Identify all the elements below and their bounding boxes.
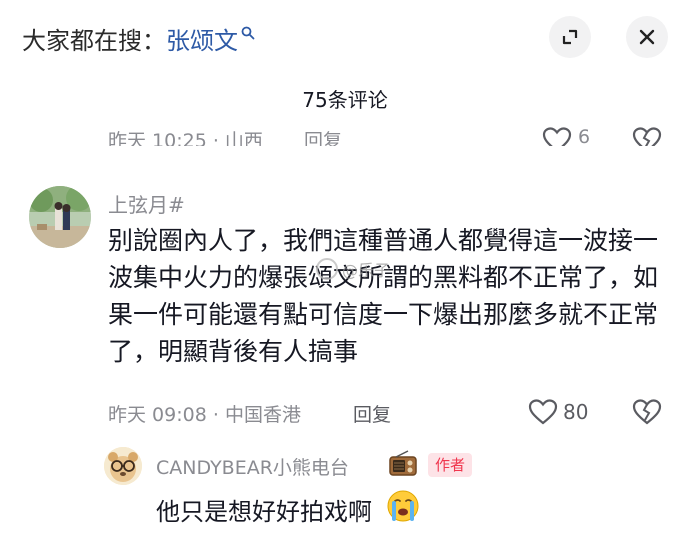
broken-heart-icon[interactable]	[632, 126, 662, 146]
comment-text: 别說圈內人了，我們這種普通人都覺得這一波接一波集中火力的爆張頌文所謂的黑料都不正…	[108, 226, 659, 366]
meta-separator: ·	[212, 404, 225, 426]
comment-meta: 昨天 09:08 · 中国香港	[108, 400, 301, 427]
reply-text: 他只是想好好拍戏啊	[156, 498, 372, 526]
like-count: 80	[563, 400, 589, 424]
reply-username[interactable]: CANDYBEAR小熊电台	[156, 453, 349, 480]
previous-comment-meta-row: 昨天 10:25 · 山西 回复 6	[0, 118, 690, 146]
search-suggestion[interactable]: 大家都在搜： 张颂文	[22, 20, 255, 56]
heart-icon[interactable]	[542, 126, 572, 146]
previous-comment-meta: 昨天 10:25 · 山西	[108, 130, 263, 146]
search-term-link[interactable]: 张颂文	[166, 21, 238, 56]
collapse-icon	[562, 29, 578, 45]
comment-count-title: 75条评论	[302, 88, 388, 112]
crying-face-icon	[387, 490, 419, 522]
bear-face-icon	[104, 447, 142, 485]
previous-like-count: 6	[578, 126, 591, 146]
close-button[interactable]	[626, 16, 668, 58]
search-prefix-label: 大家都在搜：	[22, 26, 166, 55]
avatar-photo	[29, 186, 91, 248]
watermark: @乐子	[316, 257, 390, 281]
comment-time: 昨天 09:08	[108, 404, 207, 426]
minimize-button[interactable]	[549, 16, 591, 58]
comment-username[interactable]: 上弦月#	[108, 189, 185, 218]
watermark-text: @乐子	[342, 261, 391, 280]
broken-heart-icon[interactable]	[632, 398, 662, 426]
previous-reply-button[interactable]: 回复	[304, 126, 342, 146]
avatar[interactable]	[29, 186, 91, 248]
watermark-logo-icon	[316, 258, 338, 280]
comment-location: 中国香港	[224, 404, 301, 426]
reply-avatar[interactable]	[104, 447, 142, 485]
heart-icon[interactable]	[528, 398, 558, 426]
radio-icon	[389, 450, 417, 476]
reply-button[interactable]: 回复	[353, 400, 391, 427]
author-badge: 作者	[428, 453, 473, 477]
close-icon	[639, 29, 655, 45]
search-icon	[241, 26, 255, 40]
